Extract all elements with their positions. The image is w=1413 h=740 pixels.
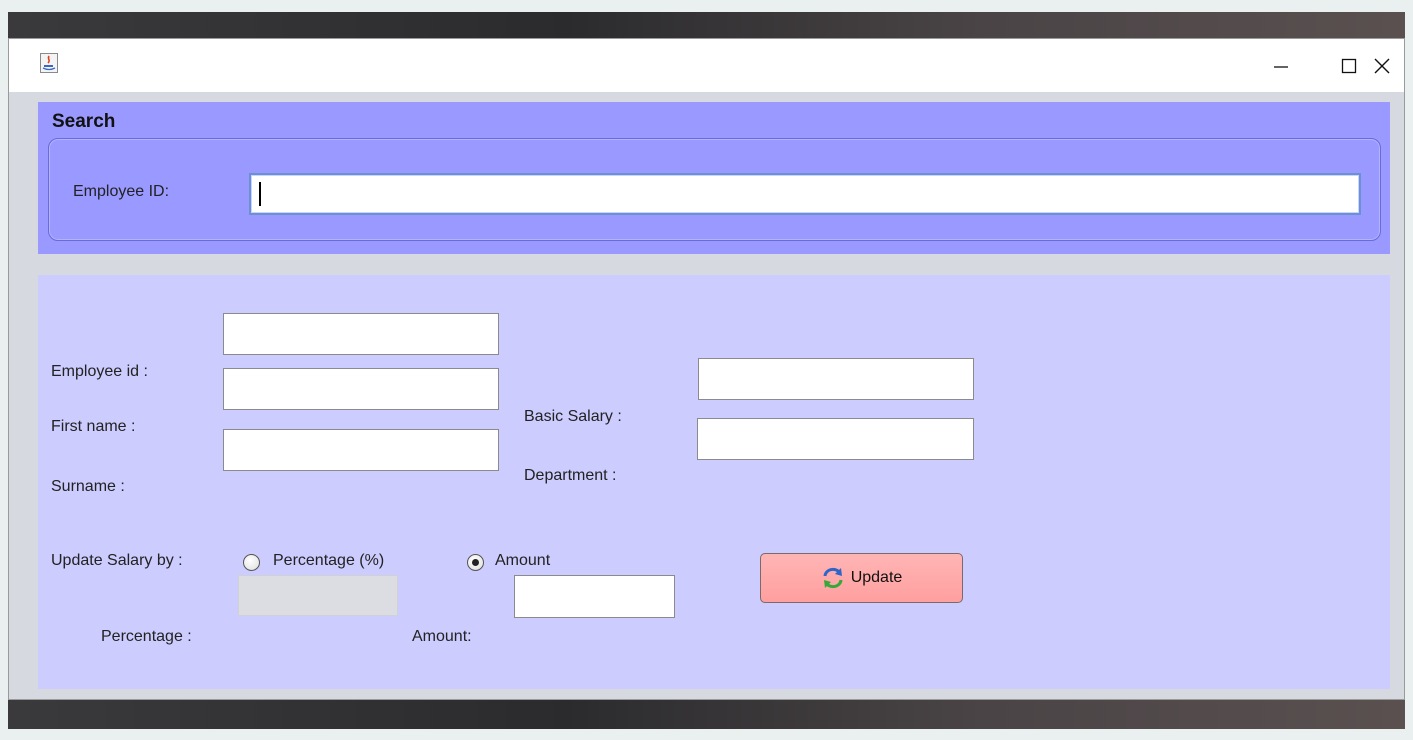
close-icon [1374,58,1390,73]
first-name-field[interactable] [223,368,499,410]
basic-salary-field[interactable] [698,358,974,400]
radio-selected-dot [472,559,479,566]
refresh-icon [823,567,843,589]
employee-id-search-label: Employee ID: [73,183,170,200]
employee-id-label: Employee id : [51,363,148,380]
maximize-icon [1341,58,1357,73]
employee-form-panel: Employee id : First name : Surname : Bas… [38,275,1390,689]
surname-label: Surname : [51,478,125,495]
close-button[interactable] [1359,39,1405,92]
first-name-label: First name : [51,418,136,435]
percentage-option-label: Percentage (%) [273,552,385,569]
update-button-label: Update [850,569,903,586]
basic-salary-label: Basic Salary : [524,408,622,425]
text-caret [259,182,261,206]
percentage-radio[interactable] [243,554,260,571]
java-icon [40,53,58,73]
title-bar [9,39,1404,92]
update-button[interactable]: Update [760,553,963,603]
percentage-label: Percentage : [101,628,192,645]
amount-field[interactable] [514,575,675,618]
amount-label: Amount: [412,628,472,645]
minimize-button[interactable] [1258,39,1304,92]
search-panel: Search Employee ID: [38,102,1390,254]
search-group: Employee ID: [48,138,1381,241]
department-field[interactable] [697,418,974,460]
employee-id-field[interactable] [223,313,499,355]
search-title: Search [52,111,116,132]
employee-id-search-input[interactable] [249,173,1361,215]
update-salary-by-label: Update Salary by : [51,552,183,569]
minimize-icon [1274,65,1288,68]
app-window: Search Employee ID: Employee id : First … [8,38,1405,700]
surname-field[interactable] [223,429,499,471]
amount-option-label: Amount [495,552,551,569]
percentage-field-disabled [238,575,398,616]
amount-radio[interactable] [467,554,484,571]
department-label: Department : [524,467,617,484]
